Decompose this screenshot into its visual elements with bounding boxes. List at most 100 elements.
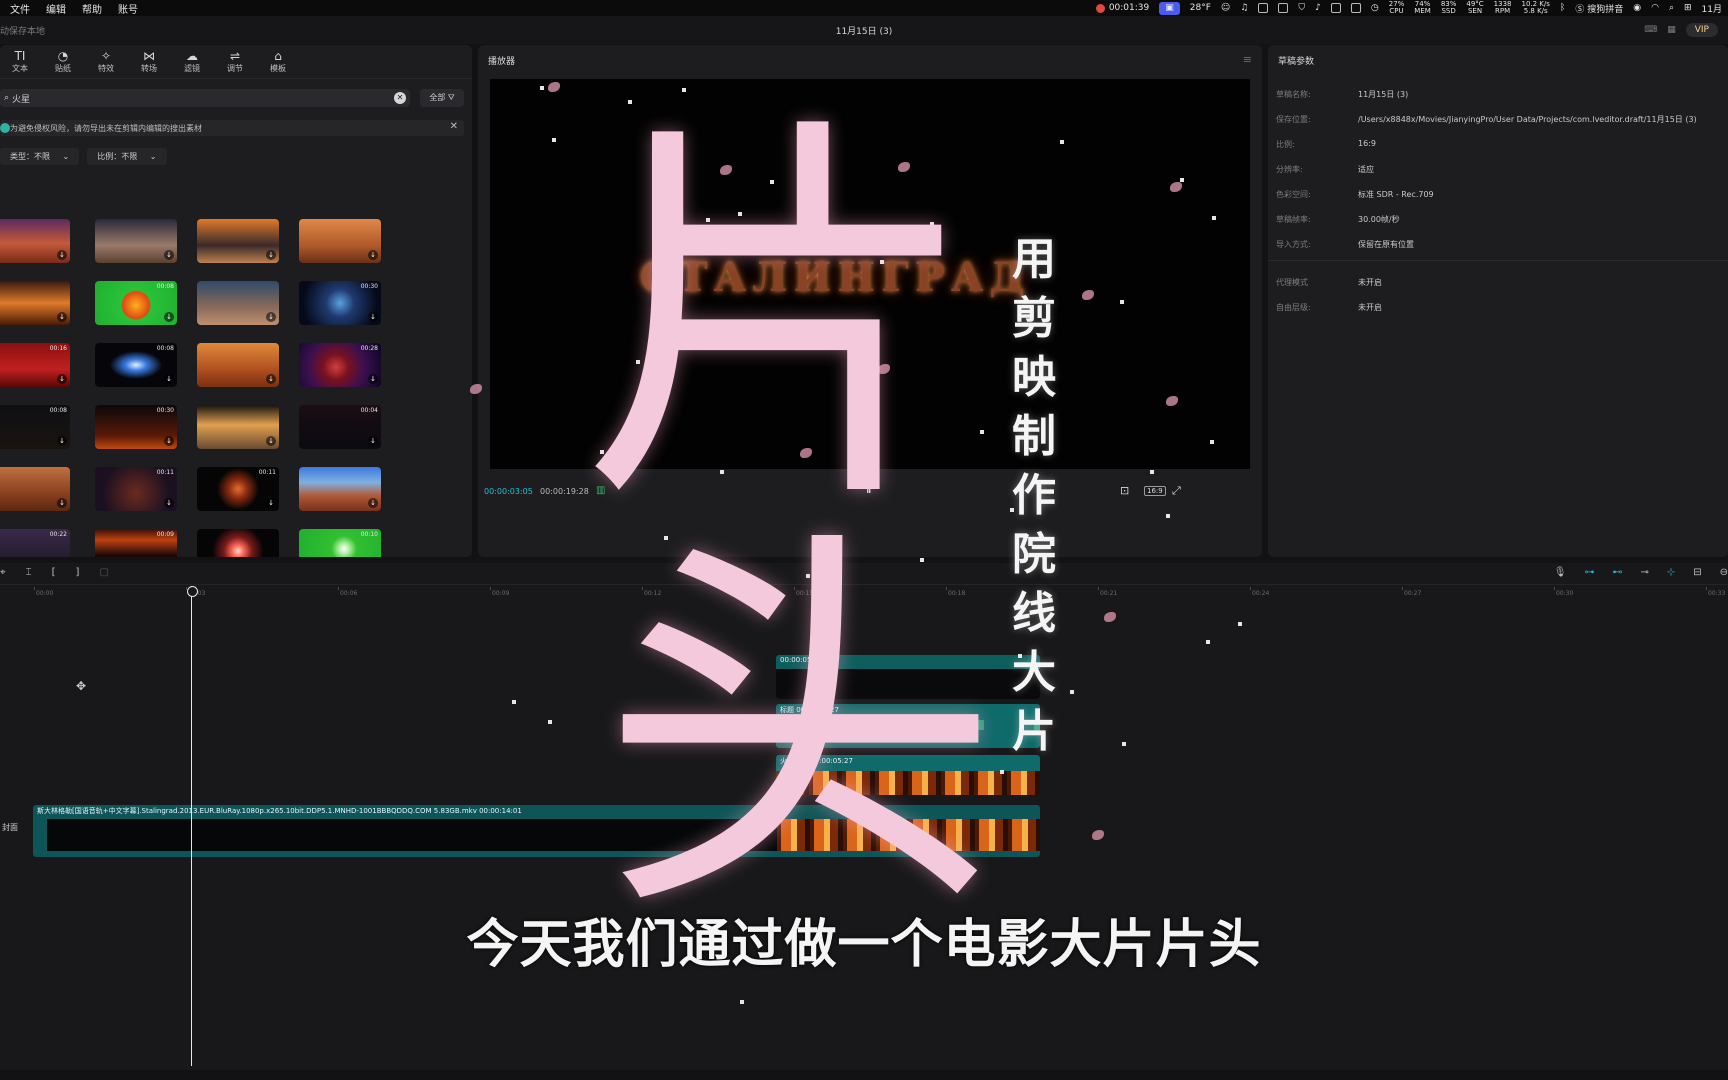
bluetooth-icon[interactable]: ᛒ <box>1560 3 1565 13</box>
select-icon[interactable]: ⌖ <box>0 567 6 578</box>
stat-fan[interactable]: 1338 RPM <box>1494 1 1512 15</box>
timeline-ruler[interactable]: 00:0000:0300:0600:0900:1200:1500:1800:21… <box>0 587 1728 601</box>
download-icon[interactable]: ↓ <box>368 312 378 322</box>
media-thumbnail[interactable]: 00:04 ↓ <box>299 405 381 449</box>
media-thumbnail[interactable]: 00:28 ↓ <box>299 343 381 387</box>
media-thumbnail[interactable]: 00:08 ↓ <box>0 405 70 449</box>
shortcut-icon[interactable]: ⌨ <box>1644 25 1657 35</box>
property-value[interactable]: 未开启 <box>1358 277 1382 288</box>
filter-all-button[interactable]: 全部 ⛛ <box>420 89 464 107</box>
download-icon[interactable]: ↓ <box>57 374 67 384</box>
media-thumbnail[interactable]: ↓ <box>0 219 70 263</box>
menu-account[interactable]: 账号 <box>118 1 138 16</box>
main-track-magnet-icon[interactable]: ⊶ <box>1584 567 1594 578</box>
display-icon[interactable] <box>1330 3 1341 13</box>
tool-sticker[interactable]: ◔ 贴纸 <box>51 49 75 74</box>
download-icon[interactable]: ↓ <box>368 436 378 446</box>
clear-search-icon[interactable]: ✕ <box>394 92 406 104</box>
media-thumbnail[interactable]: ↓ <box>95 219 177 263</box>
calendar-icon[interactable] <box>1278 3 1289 13</box>
download-icon[interactable]: ↓ <box>266 250 276 260</box>
media-thumbnail[interactable]: 00:09↓ <box>95 529 177 557</box>
screen-share-icon[interactable]: ▣ <box>1159 1 1180 15</box>
recording-indicator[interactable]: 00:01:39 <box>1095 3 1149 13</box>
spotlight-icon[interactable]: ⌕ <box>1669 3 1674 13</box>
auto-snap-icon[interactable]: ⊷ <box>1612 567 1622 578</box>
stat-cpu[interactable]: 27% CPU <box>1389 1 1405 15</box>
trim-left-icon[interactable]: [ <box>52 567 56 578</box>
download-icon[interactable]: ↓ <box>57 312 67 322</box>
menu-file[interactable]: 文件 <box>10 1 30 16</box>
media-thumbnail[interactable]: 00:30 ↓ <box>95 405 177 449</box>
media-thumbnail[interactable]: 00:22↓ <box>0 529 70 557</box>
stat-sensor[interactable]: 49°C SEN <box>1466 1 1483 15</box>
play-circle-icon[interactable]: ◉ <box>1633 3 1641 13</box>
media-thumbnail[interactable]: ↓ <box>197 529 279 557</box>
sidebar-icon[interactable] <box>1350 3 1361 13</box>
cover-button[interactable]: 封面 <box>2 822 18 833</box>
ratio-button[interactable]: 16:9 <box>1144 486 1166 496</box>
zoom-out-icon[interactable]: ⊖ <box>1720 567 1728 578</box>
tool-effects[interactable]: ✧ 特效 <box>94 49 118 74</box>
download-icon[interactable]: ↓ <box>164 374 174 384</box>
download-icon[interactable]: ↓ <box>368 250 378 260</box>
media-thumbnail[interactable]: 00:16 ↓ <box>0 343 70 387</box>
download-icon[interactable]: ↓ <box>266 374 276 384</box>
download-icon[interactable]: ↓ <box>164 498 174 508</box>
preview-axis-icon[interactable]: ⊹ <box>1667 567 1675 578</box>
tool-transition[interactable]: ⋈ 转场 <box>137 49 161 74</box>
weather-temp[interactable]: 28°F <box>1190 3 1211 13</box>
media-thumbnail[interactable]: 00:11 ↓ <box>197 467 279 511</box>
screenshot-icon[interactable]: ⊡ <box>1120 484 1129 497</box>
media-thumbnail[interactable]: ↓ <box>197 219 279 263</box>
fullscreen-icon[interactable]: ⤢ <box>1172 484 1181 498</box>
vip-button[interactable]: VIP <box>1685 23 1718 37</box>
delete-icon[interactable]: ▢ <box>99 567 108 578</box>
media-thumbnail[interactable]: 00:10↓ <box>299 529 381 557</box>
ratio-filter-select[interactable]: 比例：不限 ⌄ <box>87 148 167 165</box>
download-icon[interactable]: ↓ <box>57 436 67 446</box>
chat-icon[interactable] <box>1258 3 1269 13</box>
tool-text[interactable]: TI 文本 <box>8 49 32 74</box>
clip-fire-track[interactable]: 火焰火焰 00:00:05:27 <box>776 755 1040 795</box>
close-notice-icon[interactable]: ✕ <box>450 121 458 132</box>
video-preview[interactable]: СТАЛИНГРАД <box>490 79 1250 469</box>
clip-main-track[interactable]: 斯大林格勒[国语音轨+中文字幕].Stalingrad.2013.EUR.Blu… <box>33 805 1040 857</box>
control-center-icon[interactable]: ⊞ <box>1684 3 1692 13</box>
caption-icon[interactable]: ⊟ <box>1693 567 1701 578</box>
media-thumbnail[interactable]: ↓ <box>197 405 279 449</box>
type-filter-select[interactable]: 类型：不限 ⌄ <box>0 148 80 165</box>
media-thumbnail[interactable]: 00:30 ↓ <box>299 281 381 325</box>
waveform-icon[interactable]: ▥ <box>596 485 605 496</box>
media-thumbnail[interactable]: ↓ <box>197 343 279 387</box>
download-icon[interactable]: ↓ <box>266 498 276 508</box>
menu-help[interactable]: 帮助 <box>82 1 102 16</box>
date-label[interactable]: 11月 <box>1702 2 1722 15</box>
record-audio-icon[interactable]: 🎙 <box>1554 567 1567 578</box>
link-icon[interactable]: ⊸ <box>1640 567 1648 578</box>
media-thumbnail[interactable]: 00:08 ↓ <box>95 343 177 387</box>
stat-network[interactable]: 10.2 K/s 5.8 K/s <box>1522 1 1550 15</box>
playhead[interactable] <box>187 586 198 1066</box>
media-thumbnail[interactable]: ↓ <box>0 467 70 511</box>
input-method[interactable]: Ⓢ 搜狗拼音 <box>1575 2 1623 15</box>
download-icon[interactable]: ↓ <box>57 250 67 260</box>
media-thumbnail[interactable]: 00:11 ↓ <box>95 467 177 511</box>
pause-button[interactable]: ⏸ <box>866 484 872 498</box>
trim-right-icon[interactable]: ] <box>76 567 80 578</box>
face-icon[interactable]: ☺ <box>1221 3 1230 13</box>
media-thumbnail[interactable]: ↓ <box>0 281 70 325</box>
tool-template[interactable]: ⌂ 模板 <box>266 49 290 74</box>
layout-icon[interactable]: ▦ <box>1667 25 1676 35</box>
mic-icon[interactable]: ♫ <box>1240 3 1248 13</box>
shield-icon[interactable]: ⛉ <box>1298 3 1305 13</box>
wifi-icon[interactable]: ◠ <box>1651 3 1659 13</box>
download-icon[interactable]: ↓ <box>164 250 174 260</box>
clock-icon[interactable]: ◷ <box>1371 3 1379 13</box>
player-menu-icon[interactable]: ≡ <box>1243 53 1252 66</box>
stat-mem[interactable]: 74% MEM <box>1414 1 1431 15</box>
download-icon[interactable]: ↓ <box>368 374 378 384</box>
media-thumbnail[interactable]: 00:08 ↓ <box>95 281 177 325</box>
split-icon[interactable]: ⌶ <box>26 567 32 578</box>
download-icon[interactable]: ↓ <box>266 436 276 446</box>
